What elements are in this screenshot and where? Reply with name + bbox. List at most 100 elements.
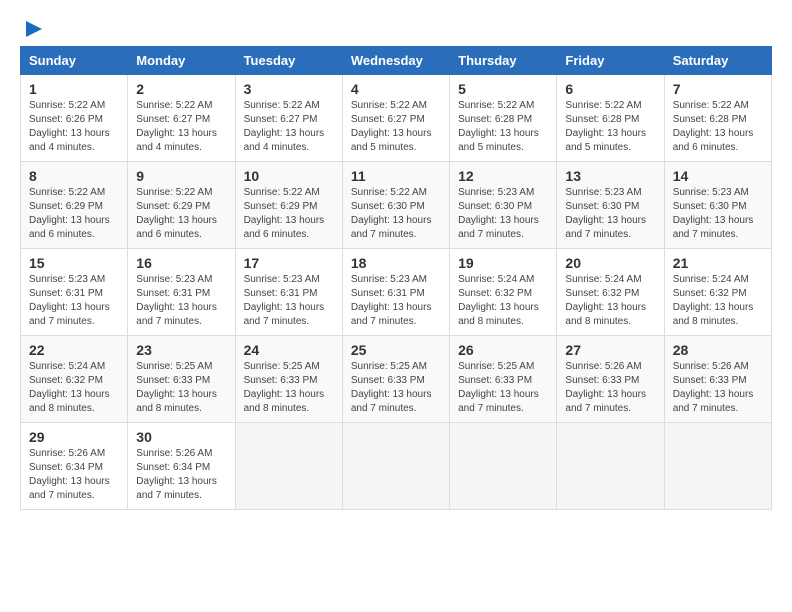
logo — [20, 20, 44, 36]
day-info: Sunrise: 5:22 AMSunset: 6:27 PMDaylight:… — [136, 99, 226, 155]
day-info: Sunrise: 5:26 AMSunset: 6:33 PMDaylight:… — [565, 360, 655, 416]
calendar-cell: 3 Sunrise: 5:22 AMSunset: 6:27 PMDaylight… — [235, 75, 342, 162]
weekday-header-tuesday: Tuesday — [235, 47, 342, 75]
day-info: Sunrise: 5:22 AMSunset: 6:29 PMDaylight:… — [244, 186, 334, 242]
calendar-cell: 20 Sunrise: 5:24 AMSunset: 6:32 PMDayligh… — [557, 249, 664, 336]
day-number: 26 — [458, 342, 548, 358]
calendar-cell: 12 Sunrise: 5:23 AMSunset: 6:30 PMDayligh… — [450, 162, 557, 249]
calendar-cell: 25 Sunrise: 5:25 AMSunset: 6:33 PMDayligh… — [342, 336, 449, 423]
day-info: Sunrise: 5:22 AMSunset: 6:28 PMDaylight:… — [458, 99, 548, 155]
day-number: 10 — [244, 168, 334, 184]
calendar-week-row: 1 Sunrise: 5:22 AMSunset: 6:26 PMDaylight… — [21, 75, 772, 162]
day-number: 4 — [351, 81, 441, 97]
calendar-cell: 28 Sunrise: 5:26 AMSunset: 6:33 PMDayligh… — [664, 336, 771, 423]
day-info: Sunrise: 5:23 AMSunset: 6:30 PMDaylight:… — [565, 186, 655, 242]
day-info: Sunrise: 5:25 AMSunset: 6:33 PMDaylight:… — [244, 360, 334, 416]
day-number: 28 — [673, 342, 763, 358]
day-number: 2 — [136, 81, 226, 97]
weekday-header-monday: Monday — [128, 47, 235, 75]
day-info: Sunrise: 5:24 AMSunset: 6:32 PMDaylight:… — [565, 273, 655, 329]
day-info: Sunrise: 5:24 AMSunset: 6:32 PMDaylight:… — [458, 273, 548, 329]
day-number: 21 — [673, 255, 763, 271]
calendar-cell: 2 Sunrise: 5:22 AMSunset: 6:27 PMDaylight… — [128, 75, 235, 162]
day-info: Sunrise: 5:23 AMSunset: 6:31 PMDaylight:… — [351, 273, 441, 329]
weekday-header-sunday: Sunday — [21, 47, 128, 75]
day-number: 12 — [458, 168, 548, 184]
day-number: 29 — [29, 429, 119, 445]
day-number: 5 — [458, 81, 548, 97]
day-number: 22 — [29, 342, 119, 358]
calendar-cell: 19 Sunrise: 5:24 AMSunset: 6:32 PMDayligh… — [450, 249, 557, 336]
calendar-cell: 16 Sunrise: 5:23 AMSunset: 6:31 PMDayligh… — [128, 249, 235, 336]
calendar-cell — [235, 423, 342, 510]
day-info: Sunrise: 5:24 AMSunset: 6:32 PMDaylight:… — [29, 360, 119, 416]
day-number: 24 — [244, 342, 334, 358]
day-info: Sunrise: 5:23 AMSunset: 6:30 PMDaylight:… — [458, 186, 548, 242]
calendar-cell — [664, 423, 771, 510]
day-info: Sunrise: 5:25 AMSunset: 6:33 PMDaylight:… — [351, 360, 441, 416]
calendar-cell: 8Sunrise: 5:22 AMSunset: 6:29 PMDaylight… — [21, 162, 128, 249]
day-number: 13 — [565, 168, 655, 184]
calendar-cell: 9 Sunrise: 5:22 AMSunset: 6:29 PMDaylight… — [128, 162, 235, 249]
calendar-cell: 17 Sunrise: 5:23 AMSunset: 6:31 PMDayligh… — [235, 249, 342, 336]
day-info: Sunrise: 5:22 AMSunset: 6:26 PMDaylight:… — [29, 99, 119, 155]
calendar-cell: 24 Sunrise: 5:25 AMSunset: 6:33 PMDayligh… — [235, 336, 342, 423]
logo-arrow-icon — [22, 18, 44, 40]
day-number: 6 — [565, 81, 655, 97]
calendar-cell: 21Sunrise: 5:24 AMSunset: 6:32 PMDayligh… — [664, 249, 771, 336]
day-info: Sunrise: 5:26 AMSunset: 6:34 PMDaylight:… — [29, 447, 119, 503]
day-info: Sunrise: 5:26 AMSunset: 6:34 PMDaylight:… — [136, 447, 226, 503]
day-number: 8 — [29, 168, 119, 184]
day-number: 15 — [29, 255, 119, 271]
day-info: Sunrise: 5:22 AMSunset: 6:27 PMDaylight:… — [244, 99, 334, 155]
day-info: Sunrise: 5:25 AMSunset: 6:33 PMDaylight:… — [136, 360, 226, 416]
day-info: Sunrise: 5:22 AMSunset: 6:29 PMDaylight:… — [136, 186, 226, 242]
day-number: 27 — [565, 342, 655, 358]
calendar-cell: 29 Sunrise: 5:26 AMSunset: 6:34 PMDayligh… — [21, 423, 128, 510]
day-info: Sunrise: 5:22 AMSunset: 6:27 PMDaylight:… — [351, 99, 441, 155]
day-info: Sunrise: 5:23 AMSunset: 6:30 PMDaylight:… — [673, 186, 763, 242]
day-number: 9 — [136, 168, 226, 184]
calendar-week-row: 22 Sunrise: 5:24 AMSunset: 6:32 PMDayligh… — [21, 336, 772, 423]
calendar-cell: 15Sunrise: 5:23 AMSunset: 6:31 PMDayligh… — [21, 249, 128, 336]
calendar-cell: 27 Sunrise: 5:26 AMSunset: 6:33 PMDayligh… — [557, 336, 664, 423]
day-number: 7 — [673, 81, 763, 97]
calendar-week-row: 15 Sunrise: 5:23 AMSunset: 6:31 PMDayligh… — [21, 249, 772, 336]
calendar-table: SundayMondayTuesdayWednesdayThursdayFrid… — [20, 46, 772, 510]
day-number: 1 — [29, 81, 119, 97]
calendar-week-row: 8 Sunrise: 5:22 AMSunset: 6:29 PMDaylight… — [21, 162, 772, 249]
calendar-cell: 30 Sunrise: 5:26 AMSunset: 6:34 PMDayligh… — [128, 423, 235, 510]
day-number: 16 — [136, 255, 226, 271]
calendar-cell — [342, 423, 449, 510]
day-info: Sunrise: 5:22 AMSunset: 6:28 PMDaylight:… — [565, 99, 655, 155]
day-number: 25 — [351, 342, 441, 358]
day-number: 11 — [351, 168, 441, 184]
calendar-cell: 6 Sunrise: 5:22 AMSunset: 6:28 PMDaylight… — [557, 75, 664, 162]
weekday-header-friday: Friday — [557, 47, 664, 75]
weekday-header-thursday: Thursday — [450, 47, 557, 75]
calendar-cell: 4 Sunrise: 5:22 AMSunset: 6:27 PMDaylight… — [342, 75, 449, 162]
day-number: 23 — [136, 342, 226, 358]
day-info: Sunrise: 5:23 AMSunset: 6:31 PMDaylight:… — [244, 273, 334, 329]
day-info: Sunrise: 5:26 AMSunset: 6:33 PMDaylight:… — [673, 360, 763, 416]
day-number: 19 — [458, 255, 548, 271]
calendar-cell — [557, 423, 664, 510]
day-number: 3 — [244, 81, 334, 97]
calendar-cell: 14 Sunrise: 5:23 AMSunset: 6:30 PMDayligh… — [664, 162, 771, 249]
calendar-cell — [450, 423, 557, 510]
day-number: 20 — [565, 255, 655, 271]
day-info: Sunrise: 5:23 AMSunset: 6:31 PMDaylight:… — [136, 273, 226, 329]
weekday-header-saturday: Saturday — [664, 47, 771, 75]
page-header — [20, 20, 772, 36]
day-number: 14 — [673, 168, 763, 184]
calendar-cell: 10 Sunrise: 5:22 AMSunset: 6:29 PMDayligh… — [235, 162, 342, 249]
day-number: 18 — [351, 255, 441, 271]
calendar-cell: 23 Sunrise: 5:25 AMSunset: 6:33 PMDayligh… — [128, 336, 235, 423]
weekday-header-row: SundayMondayTuesdayWednesdayThursdayFrid… — [21, 47, 772, 75]
day-info: Sunrise: 5:22 AMSunset: 6:30 PMDaylight:… — [351, 186, 441, 242]
calendar-cell: 1 Sunrise: 5:22 AMSunset: 6:26 PMDaylight… — [21, 75, 128, 162]
calendar-cell: 26Sunrise: 5:25 AMSunset: 6:33 PMDayligh… — [450, 336, 557, 423]
day-number: 17 — [244, 255, 334, 271]
weekday-header-wednesday: Wednesday — [342, 47, 449, 75]
day-number: 30 — [136, 429, 226, 445]
